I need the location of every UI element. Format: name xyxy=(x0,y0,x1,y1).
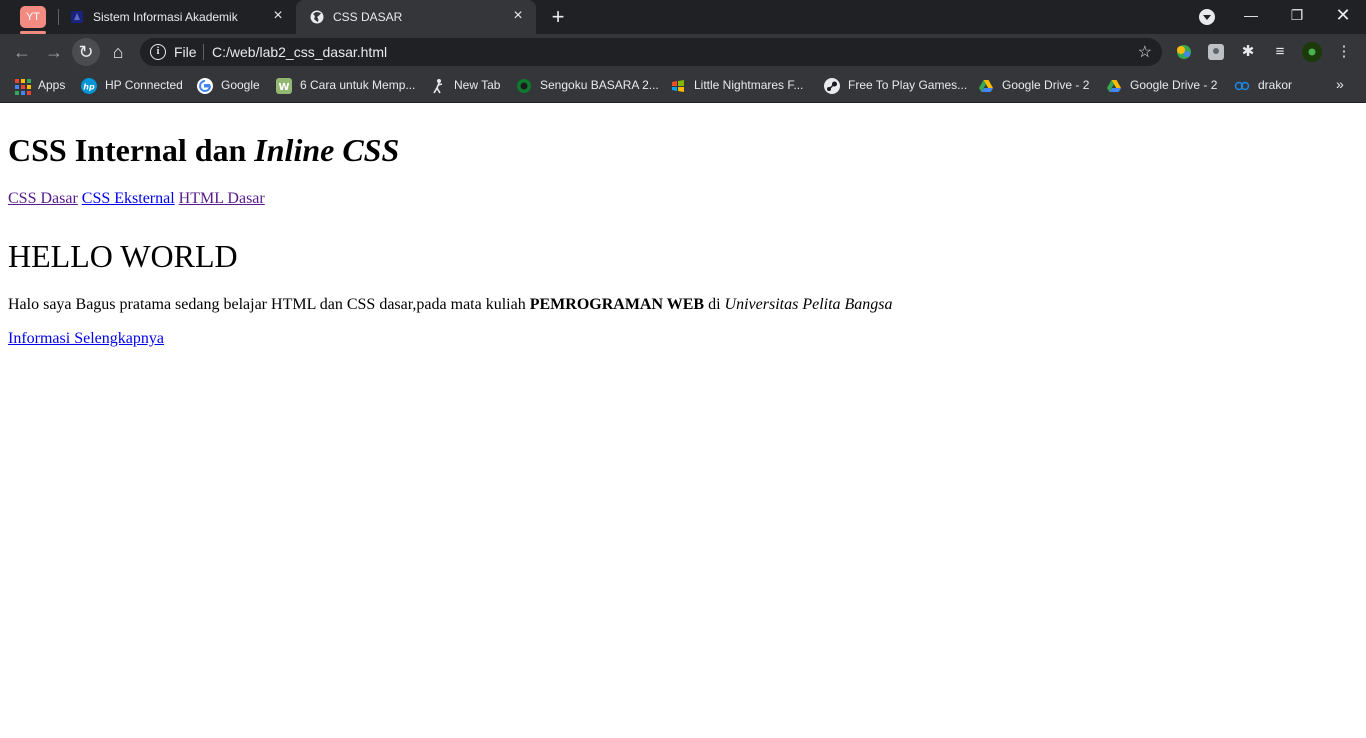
site-info-icon[interactable]: i xyxy=(150,44,166,60)
google-drive-icon xyxy=(979,80,993,92)
bookmark-label: Free To Play Games... xyxy=(848,78,968,92)
bookmark-label: Apps xyxy=(38,78,66,92)
page-heading: CSS Internal dan Inline CSS xyxy=(8,132,1358,169)
academic-favicon-icon xyxy=(71,11,83,23)
kebab-menu-icon[interactable]: ⋮ xyxy=(1334,42,1354,62)
window-close-icon[interactable]: ✕ xyxy=(1320,0,1366,34)
new-tab-plus-icon[interactable]: + xyxy=(548,6,568,28)
hp-logo-icon: hp xyxy=(81,78,97,94)
extensions-puzzle-icon[interactable]: ✱ xyxy=(1238,42,1258,62)
hello-world-heading: HELLO WORLD xyxy=(8,238,238,274)
link-css-dasar[interactable]: CSS Dasar xyxy=(8,190,78,207)
google-drive-icon xyxy=(1107,80,1121,92)
tab-title: Sistem Informasi Akademik xyxy=(93,10,238,24)
tab-strip: YT Sistem Informasi Akademik × CSS DASAR… xyxy=(0,0,1366,34)
tab-search-icon[interactable] xyxy=(1199,9,1215,25)
paragraph-text-1: Halo saya Bagus pratama sedang belajar H… xyxy=(8,296,530,313)
page-nav: CSS Dasar CSS Eksternal HTML Dasar xyxy=(8,190,1358,208)
bookmark-label: Google Drive - 2 xyxy=(1002,78,1090,92)
extension-colorful-icon[interactable] xyxy=(1174,42,1194,62)
minimize-icon[interactable]: — xyxy=(1228,0,1274,34)
paragraph-italic: Universitas Pelita Bangsa xyxy=(724,296,893,313)
media-queue-icon[interactable]: ≡ xyxy=(1270,42,1290,62)
globe-icon xyxy=(310,10,324,24)
back-arrow-icon[interactable]: ← xyxy=(8,38,36,66)
google-g-icon xyxy=(197,78,213,94)
heading-plain-text: CSS Internal dan xyxy=(8,132,255,168)
profile-avatar-icon[interactable] xyxy=(1302,42,1322,62)
tab-close-icon[interactable]: × xyxy=(270,8,286,24)
tab-sistem-informasi-akademik[interactable]: Sistem Informasi Akademik × xyxy=(56,0,296,34)
url-text[interactable]: C:/web/lab2_css_dasar.html xyxy=(212,44,387,60)
bookmark-label: Little Nightmares F... xyxy=(694,78,804,92)
tab-close-icon[interactable]: × xyxy=(510,8,526,24)
paragraph-text-2: di xyxy=(704,296,725,313)
more-info-paragraph: Informasi Selengkapnya xyxy=(8,330,1358,348)
scheme-label: File xyxy=(174,44,197,60)
figure-icon xyxy=(433,79,443,94)
bookmark-label: Google Drive - 2 xyxy=(1130,78,1218,92)
svg-text:hp: hp xyxy=(83,83,95,92)
wikihow-icon: W xyxy=(276,78,292,94)
pinned-tab-yt[interactable]: YT xyxy=(20,6,46,34)
link-html-dasar[interactable]: HTML Dasar xyxy=(179,190,265,207)
bookmarks-overflow-chevron-icon[interactable]: » xyxy=(1336,76,1344,92)
page-content: CSS Internal dan Inline CSS CSS Dasar CS… xyxy=(0,103,1366,738)
green-emblem-icon xyxy=(517,79,531,93)
extension-puzzle-grey-icon[interactable] xyxy=(1206,42,1226,62)
forward-arrow-icon[interactable]: → xyxy=(40,38,68,66)
bookmark-label: HP Connected xyxy=(105,78,183,92)
drakor-logo-icon xyxy=(1234,81,1250,91)
tab-title: CSS DASAR xyxy=(333,10,403,24)
svg-text:W: W xyxy=(278,82,289,93)
steam-icon xyxy=(824,78,840,94)
link-css-eksternal[interactable]: CSS Eksternal xyxy=(82,190,175,207)
bookmark-label: Sengoku BASARA 2... xyxy=(540,78,659,92)
intro-paragraph: Halo saya Bagus pratama sedang belajar H… xyxy=(8,296,1358,314)
paragraph-bold: PEMROGRAMAN WEB xyxy=(529,296,705,313)
windows-flag-icon xyxy=(672,80,684,92)
restore-icon[interactable]: ❐ xyxy=(1274,0,1320,34)
bookmark-label: 6 Cara untuk Memp... xyxy=(300,78,416,92)
address-divider xyxy=(203,44,204,60)
bookmark-star-icon[interactable]: ☆ xyxy=(1138,42,1152,62)
tab-css-dasar[interactable]: CSS DASAR × xyxy=(296,0,536,34)
address-bar[interactable]: i File C:/web/lab2_css_dasar.html ☆ xyxy=(140,38,1162,66)
bookmark-label: drakor xyxy=(1258,78,1293,92)
heading-italic-text: Inline CSS xyxy=(254,132,400,168)
reload-icon[interactable]: ↻ xyxy=(72,38,100,66)
link-informasi-selengkapnya[interactable]: Informasi Selengkapnya xyxy=(8,330,164,347)
home-icon[interactable]: ⌂ xyxy=(104,38,132,66)
bookmarks-bar: Apps hp HP Connected Google W 6 Cara unt… xyxy=(0,70,1366,103)
browser-toolbar: ← → ↻ ⌂ i File C:/web/lab2_css_dasar.htm… xyxy=(0,34,1366,70)
bookmark-label: New Tab xyxy=(454,78,501,92)
apps-grid-icon xyxy=(14,78,31,95)
bookmark-label: Google xyxy=(221,78,260,92)
